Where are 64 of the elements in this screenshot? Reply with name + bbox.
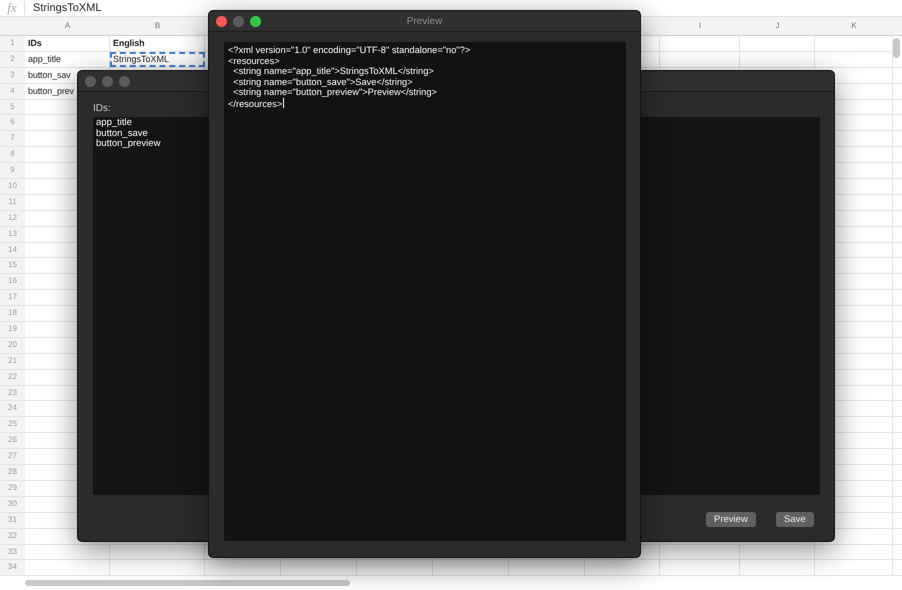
column-header[interactable]: A xyxy=(25,17,110,35)
row-number[interactable]: 7 xyxy=(0,131,25,146)
row-number[interactable]: 24 xyxy=(0,401,25,416)
row-number[interactable]: 15 xyxy=(0,258,25,274)
formula-value[interactable]: StringsToXML xyxy=(33,0,102,16)
row-number[interactable]: 26 xyxy=(0,433,25,448)
column-header[interactable]: K xyxy=(815,17,893,35)
code-line: </resources> xyxy=(228,98,282,110)
row-number[interactable]: 33 xyxy=(0,544,25,560)
row-number[interactable]: 11 xyxy=(0,194,25,210)
row-number[interactable]: 31 xyxy=(0,512,25,528)
row-number[interactable]: 6 xyxy=(0,115,25,130)
code-line: <?xml version="1.0" encoding="UTF-8" standalone="no"?> xyxy=(228,45,470,56)
row-number[interactable]: 23 xyxy=(0,386,25,400)
table-cell[interactable]: app_title xyxy=(28,54,61,64)
code-line: <string name="app_title">StringsToXML</string> xyxy=(232,66,434,77)
row-number[interactable]: 30 xyxy=(0,496,25,512)
row-number[interactable]: 10 xyxy=(0,179,25,194)
row-number[interactable]: 8 xyxy=(0,147,25,162)
column-header[interactable]: B xyxy=(110,17,205,35)
code-line: <resources> xyxy=(228,56,280,66)
row-number[interactable]: 3 xyxy=(0,68,25,83)
list-item[interactable]: button_save xyxy=(96,128,148,139)
function-label: fx xyxy=(0,1,25,15)
row-number[interactable]: 34 xyxy=(0,560,25,576)
ids-label: IDs: xyxy=(93,102,111,116)
row-number[interactable]: 4 xyxy=(0,84,25,99)
list-item[interactable]: button_preview xyxy=(96,139,160,150)
preview-button[interactable]: Preview xyxy=(706,512,756,527)
code-line: <string name="button_preview">Preview</string> xyxy=(232,87,437,98)
row-number[interactable]: 18 xyxy=(0,306,25,322)
scrollbar-thumb[interactable] xyxy=(25,580,350,586)
row-number[interactable]: 17 xyxy=(0,290,25,306)
row-number[interactable]: 2 xyxy=(0,52,25,67)
row-number[interactable]: 29 xyxy=(0,480,25,496)
row-number[interactable]: 12 xyxy=(0,210,25,226)
table-cell[interactable]: button_prev xyxy=(28,86,74,96)
row-number[interactable]: 21 xyxy=(0,354,25,369)
row-number[interactable]: 9 xyxy=(0,163,25,178)
row-number[interactable]: 19 xyxy=(0,322,25,337)
row-number[interactable]: 25 xyxy=(0,417,25,432)
table-cell[interactable]: button_sav xyxy=(28,70,71,80)
window-control-icon[interactable] xyxy=(250,16,261,26)
row-number[interactable]: 20 xyxy=(0,338,25,353)
row-number[interactable]: 16 xyxy=(0,274,25,290)
window-title: Preview xyxy=(406,16,442,26)
list-item[interactable]: app_title xyxy=(96,118,132,128)
column-header[interactable]: I xyxy=(660,17,740,35)
code-line: <string name="button_save">Save</string> xyxy=(232,76,413,88)
table-cell[interactable]: StringsToXML xyxy=(110,52,205,67)
row-number[interactable]: 32 xyxy=(0,528,25,544)
row-number[interactable]: 13 xyxy=(0,226,25,242)
row-number[interactable]: 28 xyxy=(0,465,25,480)
row-number[interactable]: 5 xyxy=(0,100,25,114)
table-cell[interactable]: English xyxy=(113,38,144,48)
column-header[interactable]: J xyxy=(740,17,815,35)
row-number[interactable]: 1 xyxy=(0,36,25,51)
window-control-icon[interactable] xyxy=(216,16,227,26)
scrollbar-thumb[interactable] xyxy=(893,38,900,58)
row-number[interactable]: 14 xyxy=(0,242,25,258)
row-number[interactable]: 22 xyxy=(0,370,25,385)
save-button[interactable]: Save xyxy=(776,512,814,527)
table-cell[interactable]: IDs xyxy=(28,38,42,48)
row-number[interactable]: 27 xyxy=(0,449,25,464)
